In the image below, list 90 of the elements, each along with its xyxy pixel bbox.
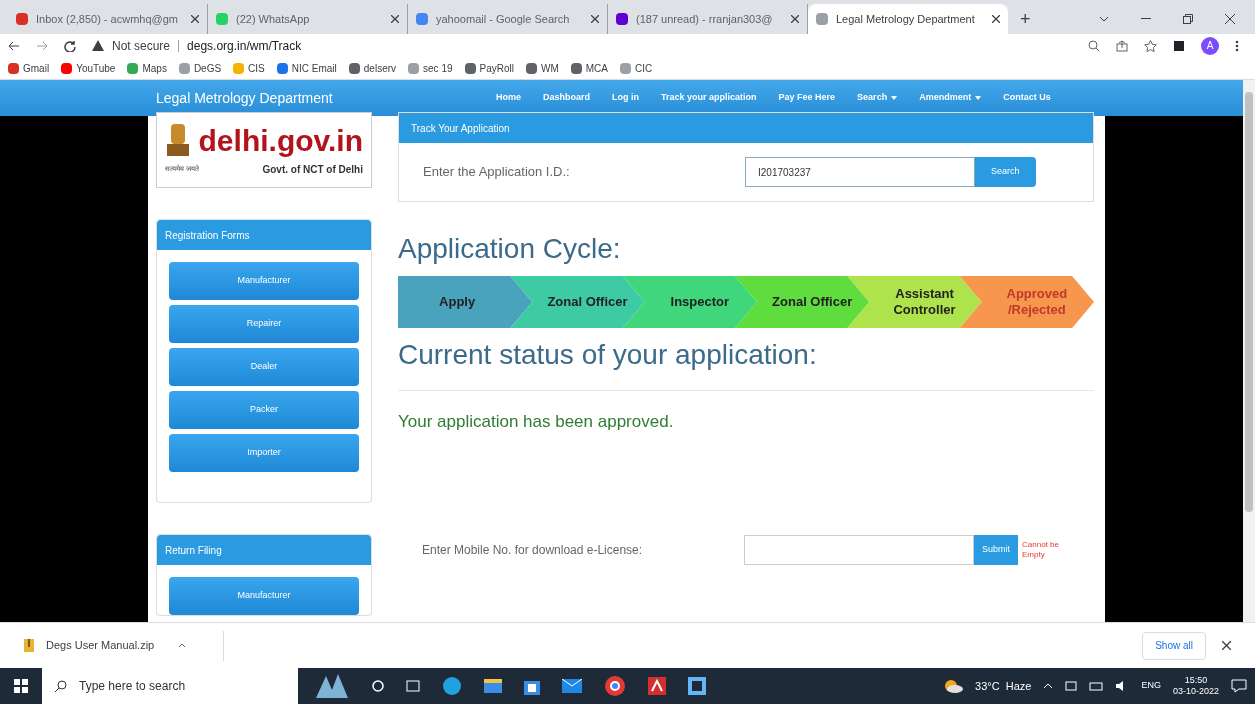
field-label: Enter the Application I.D.: <box>423 163 571 182</box>
close-icon[interactable] <box>791 15 799 23</box>
forward-arrow-icon[interactable] <box>36 40 48 51</box>
mail-icon[interactable] <box>562 679 582 693</box>
pdf-reader-icon[interactable] <box>648 677 666 695</box>
close-icon[interactable] <box>391 15 399 23</box>
menu-icon[interactable] <box>1235 39 1239 52</box>
nav-link[interactable]: Home <box>496 91 521 105</box>
bookmark[interactable]: YouTube <box>61 60 116 76</box>
submit-button[interactable]: Submit <box>974 534 1018 565</box>
cycle-step: Apply <box>398 276 533 328</box>
nav-link[interactable]: Contact Us <box>1003 91 1051 105</box>
bookmark[interactable]: Maps <box>127 60 167 76</box>
search-icon <box>54 679 67 693</box>
download-item[interactable]: Degs User Manual.zip <box>24 630 224 661</box>
cycle-step: Approved /Rejected <box>959 276 1095 328</box>
edge-browser-icon[interactable] <box>442 676 462 696</box>
star-icon[interactable] <box>1144 39 1157 52</box>
nav-link[interactable]: Search <box>857 91 898 105</box>
sidebar-button[interactable]: Repairer <box>169 305 359 343</box>
warning-icon <box>92 40 104 51</box>
notification-icon[interactable] <box>1231 679 1247 693</box>
scrollbar[interactable] <box>1243 80 1255 622</box>
application-id-field[interactable]: I201703237 <box>745 157 975 187</box>
mobile-number-field[interactable] <box>744 534 974 565</box>
zip-file-icon <box>24 639 34 652</box>
bookmark[interactable]: PayRoll <box>464 60 514 76</box>
reload-icon[interactable] <box>64 39 76 52</box>
sidebar-button[interactable]: Importer <box>169 434 359 472</box>
close-icon[interactable] <box>1225 14 1235 24</box>
sidebar-button[interactable]: Dealer <box>169 348 359 386</box>
field-label: Enter Mobile No. for download e-License: <box>422 541 644 559</box>
weather-icon[interactable] <box>943 678 964 694</box>
security-label: Not secure <box>112 37 171 55</box>
bookmark[interactable]: NIC Email <box>276 60 337 76</box>
bookmark[interactable]: Gmail <box>8 60 50 76</box>
section-heading: Application Cycle: <box>398 232 622 266</box>
share-icon[interactable] <box>1116 39 1128 52</box>
cortana-icon[interactable] <box>372 680 384 692</box>
nav-link[interactable]: Log in <box>612 91 640 105</box>
new-tab-button[interactable]: + <box>1008 4 1043 34</box>
close-icon[interactable] <box>191 15 199 23</box>
status-message: Your application has been approved. <box>398 411 675 433</box>
logo-title: delhi.gov.in <box>198 125 363 156</box>
chevron-down-icon[interactable] <box>1099 16 1109 22</box>
emblem-icon <box>165 123 191 158</box>
close-icon[interactable] <box>992 15 1000 23</box>
nav-link[interactable]: Pay Fee Here <box>778 91 836 105</box>
show-all-button[interactable]: Show all <box>1142 631 1206 660</box>
bookmark[interactable]: sec 19 <box>408 60 453 76</box>
chevron-up-icon[interactable] <box>1043 683 1054 689</box>
browser-tab[interactable]: Legal Metrology Department <box>808 4 1008 34</box>
nav-link[interactable]: Track your application <box>661 91 757 105</box>
windows-logo-icon[interactable] <box>14 679 28 693</box>
minimize-icon[interactable] <box>1141 18 1151 20</box>
url-text[interactable]: degs.org.in/wm/Track <box>187 36 302 55</box>
bookmark[interactable]: DeGS <box>178 60 222 76</box>
notes-app-icon[interactable] <box>688 677 706 695</box>
nav-link[interactable]: Dashboard <box>543 91 591 105</box>
bookmark[interactable]: delserv <box>348 60 397 76</box>
error-message: Cannot be Empty <box>1022 539 1060 560</box>
panel-heading: Track Your Application <box>399 113 1093 143</box>
caret-up-icon[interactable] <box>178 643 187 648</box>
close-icon[interactable] <box>591 15 599 23</box>
sidebar-button[interactable]: Packer <box>169 391 359 429</box>
panel-heading: Return Filing <box>157 535 371 565</box>
sidebar-button[interactable]: Manufacturer <box>169 262 359 300</box>
close-icon[interactable] <box>1222 641 1231 650</box>
chrome-browser-icon[interactable] <box>604 675 626 697</box>
language-indicator[interactable]: ENG <box>1141 679 1161 693</box>
bookmark[interactable]: WM <box>526 60 559 76</box>
clock[interactable]: 15:50 03-10-2022 <box>1172 674 1219 698</box>
sidebar-icon[interactable] <box>1173 39 1185 52</box>
weather-text[interactable]: 33°C Haze <box>975 677 1032 695</box>
sidebar-button[interactable]: Manufacturer <box>169 577 359 615</box>
restore-icon[interactable] <box>1183 14 1193 24</box>
site-title[interactable]: Legal Metrology Department <box>156 87 476 109</box>
panel-heading: Registration Forms <box>157 220 371 250</box>
bookmark[interactable]: CIS <box>233 60 265 76</box>
task-view-icon[interactable] <box>406 679 420 693</box>
zoom-icon[interactable] <box>1088 39 1100 52</box>
back-arrow-icon[interactable] <box>8 40 20 51</box>
logo-subtitle: Govt. of NCT of Delhi <box>262 162 363 177</box>
taskbar-search-field[interactable]: Type here to search <box>42 668 298 704</box>
search-button[interactable]: Search <box>975 157 1036 187</box>
profile-avatar[interactable]: A <box>1201 36 1219 55</box>
nav-link[interactable]: Amendment <box>919 91 982 105</box>
bookmark[interactable]: MCA <box>570 60 608 76</box>
bookmark[interactable]: CIC <box>620 60 653 76</box>
section-heading: Current status of your application: <box>398 334 1094 391</box>
